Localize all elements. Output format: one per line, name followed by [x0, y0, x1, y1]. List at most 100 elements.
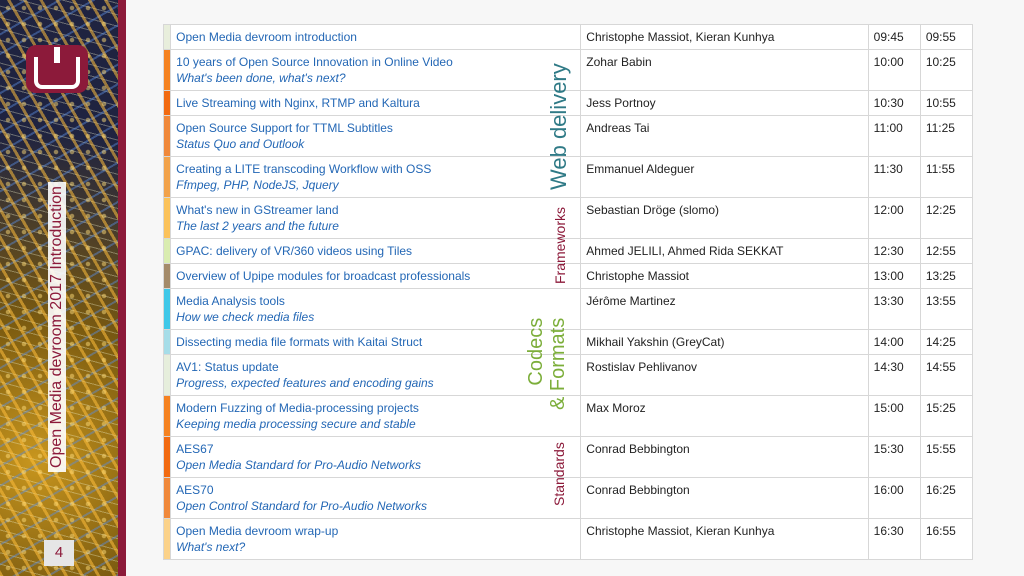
track-color-swatch [162, 477, 172, 519]
talk-cell: 10 years of Open Source Innovation in On… [170, 49, 582, 91]
start-time: 12:30 [867, 238, 921, 264]
end-time: 14:25 [919, 329, 974, 355]
end-time: 11:55 [919, 156, 974, 198]
track-web-delivery-text: Web delivery [546, 63, 571, 190]
talk-title[interactable]: Creating a LITE transcoding Workflow wit… [176, 161, 575, 177]
start-time: 12:00 [867, 197, 921, 239]
end-time: 12:25 [919, 197, 974, 239]
talk-subtitle: Progress, expected features and encoding… [176, 376, 434, 390]
brand-stripe [118, 0, 126, 576]
circuit-board-background: Open Media devroom 2017 Introduction 4 [0, 0, 118, 576]
start-time: 11:30 [867, 156, 921, 198]
talk-subtitle: The last 2 years and the future [176, 219, 339, 233]
start-time: 10:30 [867, 90, 921, 116]
speaker-name: Mikhail Yakshin (GreyCat) [580, 329, 869, 355]
talk-title[interactable]: 10 years of Open Source Innovation in On… [176, 54, 575, 70]
talk-title[interactable]: Media Analysis tools [176, 293, 575, 309]
talk-cell: Media Analysis tools How we check media f… [170, 288, 582, 330]
talk-subtitle: What's next? [176, 540, 246, 554]
talk-title[interactable]: AV1: Status update [176, 359, 575, 375]
start-time: 15:00 [867, 395, 921, 437]
end-time: 13:55 [919, 288, 974, 330]
devroom-logo-icon [26, 45, 88, 93]
talk-title[interactable]: What's new in GStreamer land [176, 202, 575, 218]
schedule-row: Overview of Upipe modules for broadcast … [162, 263, 974, 289]
end-time: 12:55 [919, 238, 974, 264]
track-codecs-line2: & Formats [547, 317, 569, 410]
talk-title[interactable]: Open Media devroom wrap-up [176, 523, 575, 539]
speaker-name: Rostislav Pehlivanov [580, 354, 869, 396]
talk-cell: What's new in GStreamer land The last 2 y… [170, 197, 582, 239]
speaker-name: Jess Portnoy [580, 90, 869, 116]
talk-cell: Overview of Upipe modules for broadcast … [170, 263, 582, 289]
end-time: 16:55 [919, 518, 974, 560]
end-time: 16:25 [919, 477, 974, 519]
talk-title[interactable]: Dissecting media file formats with Kaita… [176, 334, 575, 350]
talk-subtitle: How we check media files [176, 310, 315, 324]
talk-cell: Modern Fuzzing of Media-processing proje… [170, 395, 582, 437]
talk-cell: Open Media devroom introduction [170, 24, 582, 50]
talk-cell: Open Media devroom wrap-up What's next? [170, 518, 582, 560]
start-time: 16:30 [867, 518, 921, 560]
talk-cell: GPAC: delivery of VR/360 videos using Ti… [170, 238, 582, 264]
talk-title[interactable]: Modern Fuzzing of Media-processing proje… [176, 400, 575, 416]
talk-cell: Open Source Support for TTML Subtitles St… [170, 115, 582, 157]
speaker-name: Conrad Bebbington [580, 436, 869, 478]
schedule-row: AES70 Open Control Standard for Pro-Audio… [162, 477, 974, 519]
talk-cell: AES70 Open Control Standard for Pro-Audio… [170, 477, 582, 519]
track-color-swatch [162, 238, 172, 264]
track-color-swatch [162, 49, 172, 91]
speaker-name: Christophe Massiot, Kieran Kunhya [580, 24, 869, 50]
talk-title[interactable]: Open Source Support for TTML Subtitles [176, 120, 575, 136]
talk-title[interactable]: AES67 [176, 441, 575, 457]
start-time: 13:30 [867, 288, 921, 330]
speaker-name: Conrad Bebbington [580, 477, 869, 519]
talk-subtitle: Open Control Standard for Pro-Audio Netw… [176, 499, 427, 513]
start-time: 11:00 [867, 115, 921, 157]
track-color-swatch [162, 24, 172, 50]
talk-subtitle: Open Media Standard for Pro-Audio Networ… [176, 458, 421, 472]
track-color-swatch [162, 395, 172, 437]
end-time: 09:55 [919, 24, 974, 50]
speaker-name: Emmanuel Aldeguer [580, 156, 869, 198]
track-color-swatch [162, 197, 172, 239]
talk-title[interactable]: GPAC: delivery of VR/360 videos using Ti… [176, 243, 575, 259]
schedule-row: Open Media devroom wrap-up What's next? Ch… [162, 518, 974, 560]
schedule-row: GPAC: delivery of VR/360 videos using Ti… [162, 238, 974, 264]
track-color-swatch [162, 436, 172, 478]
end-time: 15:25 [919, 395, 974, 437]
track-color-swatch [162, 518, 172, 560]
talk-subtitle: Keeping media processing secure and stab… [176, 417, 416, 431]
start-time: 13:00 [867, 263, 921, 289]
start-time: 10:00 [867, 49, 921, 91]
talk-title[interactable]: Open Media devroom introduction [176, 29, 575, 45]
track-color-swatch [162, 354, 172, 396]
start-time: 16:00 [867, 477, 921, 519]
speaker-name: Christophe Massiot [580, 263, 869, 289]
start-time: 15:30 [867, 436, 921, 478]
talk-title[interactable]: Live Streaming with Nginx, RTMP and Kalt… [176, 95, 575, 111]
track-color-swatch [162, 329, 172, 355]
end-time: 14:55 [919, 354, 974, 396]
talk-subtitle: Status Quo and Outlook [176, 137, 305, 151]
start-time: 09:45 [867, 24, 921, 50]
talk-title[interactable]: Overview of Upipe modules for broadcast … [176, 268, 575, 284]
speaker-name: Christophe Massiot, Kieran Kunhya [580, 518, 869, 560]
track-codecs-line1: Codecs [525, 317, 547, 386]
track-color-swatch [162, 263, 172, 289]
page-number: 4 [44, 540, 74, 566]
side-title-text: Open Media devroom 2017 Introduction [48, 182, 66, 472]
speaker-name: Sebastian Dröge (slomo) [580, 197, 869, 239]
schedule-row: AES67 Open Media Standard for Pro-Audio N… [162, 436, 974, 478]
start-time: 14:30 [867, 354, 921, 396]
talk-title[interactable]: AES70 [176, 482, 575, 498]
schedule-row: Open Media devroom introduction Christoph… [162, 24, 974, 50]
schedule-row: What's new in GStreamer land The last 2 y… [162, 197, 974, 239]
talk-cell: Dissecting media file formats with Kaita… [170, 329, 582, 355]
track-codecs-text: Codecs & Formats [525, 318, 569, 410]
track-color-swatch [162, 156, 172, 198]
talk-cell: Live Streaming with Nginx, RTMP and Kalt… [170, 90, 582, 116]
track-color-swatch [162, 90, 172, 116]
end-time: 10:55 [919, 90, 974, 116]
track-color-swatch [162, 115, 172, 157]
